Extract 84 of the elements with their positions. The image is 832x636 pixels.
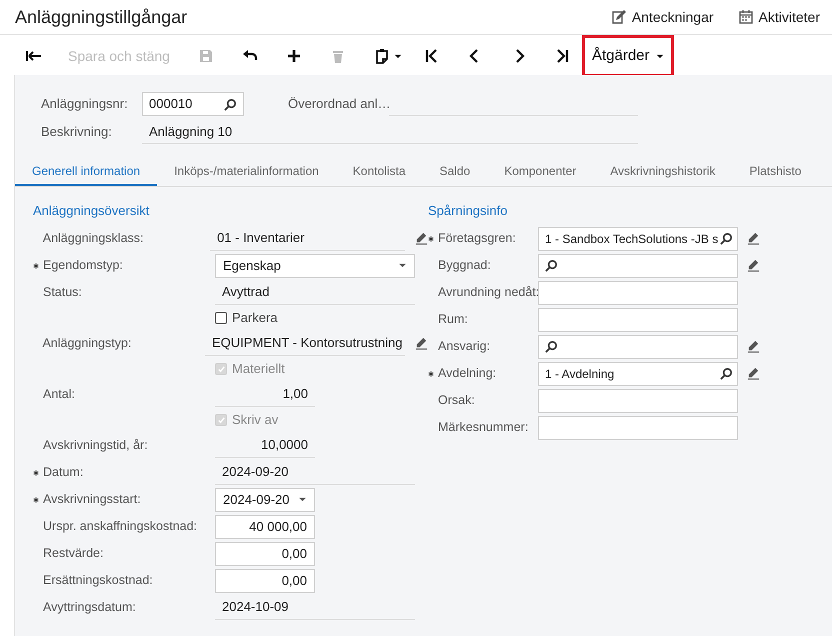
caret-icon xyxy=(398,263,407,268)
tab[interactable]: Kontolista xyxy=(336,158,422,186)
field-label: Orsak: xyxy=(438,392,476,410)
search-icon xyxy=(720,367,733,380)
checkmark-icon xyxy=(216,416,226,424)
search-icon xyxy=(224,98,237,110)
field-label: Status: xyxy=(43,284,83,302)
search-icon xyxy=(545,259,558,272)
input-field[interactable]: 0,00 xyxy=(215,568,315,592)
lookup-field[interactable] xyxy=(538,254,738,278)
back-arrow-icon xyxy=(26,48,42,64)
field-value: 1,00 xyxy=(215,382,315,407)
field-label: Ansvarig: xyxy=(438,338,492,356)
pencil-icon[interactable] xyxy=(415,337,428,350)
search-icon xyxy=(720,232,733,245)
caret-icon xyxy=(394,54,402,58)
notes-icon xyxy=(610,9,627,25)
field-label: Avskrivningsstart: xyxy=(43,491,142,508)
field-label: Byggnad: xyxy=(438,257,492,274)
pencil-icon[interactable] xyxy=(747,232,760,245)
field-label: Anläggningsnr: xyxy=(41,95,129,114)
field-label: Restvärde: xyxy=(43,545,104,562)
input-field[interactable] xyxy=(538,388,738,412)
caret-icon xyxy=(656,54,664,58)
dropdown-field[interactable]: Egenskap xyxy=(215,254,415,278)
field-label: Avdelning: xyxy=(438,365,498,382)
checkmark-icon xyxy=(216,364,226,374)
date-field[interactable]: 2024-09-20 xyxy=(215,488,315,512)
input-field[interactable] xyxy=(538,280,738,304)
input-field[interactable] xyxy=(538,416,738,440)
clipboard-icon xyxy=(374,48,390,64)
input-field[interactable]: 0,00 xyxy=(215,542,315,566)
add-icon xyxy=(286,48,302,64)
field-label: Avrundning nedåt: xyxy=(438,284,538,302)
field-label: Överordnad anl… xyxy=(288,95,389,114)
field-label: Beskrivning: xyxy=(41,123,113,142)
field-label: Antal: xyxy=(43,386,76,404)
pencil-icon[interactable] xyxy=(415,232,428,245)
field-label: Anläggningstyp: xyxy=(42,335,132,352)
field-value: 01 - Inventarier xyxy=(210,226,406,251)
input-field[interactable]: 40 000,00 xyxy=(215,514,315,538)
tab[interactable]: Komponenter xyxy=(487,158,594,186)
lookup-field[interactable]: 1 - Avdelning xyxy=(538,362,738,386)
tab[interactable]: Platshisto xyxy=(732,158,818,186)
field-value: 2024-09-20 xyxy=(215,460,415,485)
field-value: 2024-10-09 xyxy=(215,595,415,620)
field-label: Avskrivningstid, år: xyxy=(43,437,149,454)
tab[interactable]: Generell information xyxy=(15,158,158,186)
calendar-icon xyxy=(738,9,754,25)
field-label: Märkesnummer: xyxy=(438,419,530,436)
tab[interactable]: Avskrivningshistorik xyxy=(593,158,732,186)
checkbox: Skriv av xyxy=(215,410,278,430)
pencil-icon[interactable] xyxy=(747,340,760,353)
field-label: Anläggningsklass: xyxy=(42,230,144,248)
tab[interactable]: Saldo xyxy=(422,158,488,186)
section-heading: Anläggningsöversikt xyxy=(33,202,150,220)
lookup-field[interactable] xyxy=(538,334,738,358)
field-label: Egendomstyp: xyxy=(43,257,124,274)
save-icon xyxy=(198,48,214,64)
caret-icon xyxy=(298,497,307,502)
section-heading: Spårningsinfo xyxy=(428,202,508,220)
checkbox[interactable]: Parkera xyxy=(215,308,278,328)
field-label: Ersättningskostnad: xyxy=(43,572,154,590)
lookup-field[interactable]: 000010 xyxy=(142,92,244,116)
field-label: Avyttringsdatum: xyxy=(43,599,137,616)
page-title: Anläggningstillgångar xyxy=(15,6,188,29)
field-value: 10,0000 xyxy=(215,433,315,458)
field-label: Företagsgren: xyxy=(438,230,517,248)
field-label: Datum: xyxy=(43,464,84,482)
field-value: EQUIPMENT - Kontorsutrustning xyxy=(205,331,405,356)
search-icon xyxy=(545,340,558,353)
first-record-icon xyxy=(424,48,440,64)
checkbox: Materiellt xyxy=(215,359,285,379)
header-link[interactable]: Aktiviteter xyxy=(738,6,820,28)
field-label: Urspr. anskaffningskostnad: xyxy=(43,518,198,536)
field-value: Avyttrad xyxy=(215,280,415,305)
lookup-field[interactable]: 1 - Sandbox TechSolutions -JB s xyxy=(538,226,738,250)
pencil-icon[interactable] xyxy=(747,259,760,272)
field-label: Rum: xyxy=(438,311,469,328)
header-link[interactable]: Anteckningar xyxy=(610,6,714,28)
pencil-icon[interactable] xyxy=(747,367,760,380)
input-field[interactable] xyxy=(538,308,738,332)
description-field[interactable]: Anläggning 10 xyxy=(142,120,638,144)
tab[interactable]: Inköps-/materialinformation xyxy=(157,158,336,186)
